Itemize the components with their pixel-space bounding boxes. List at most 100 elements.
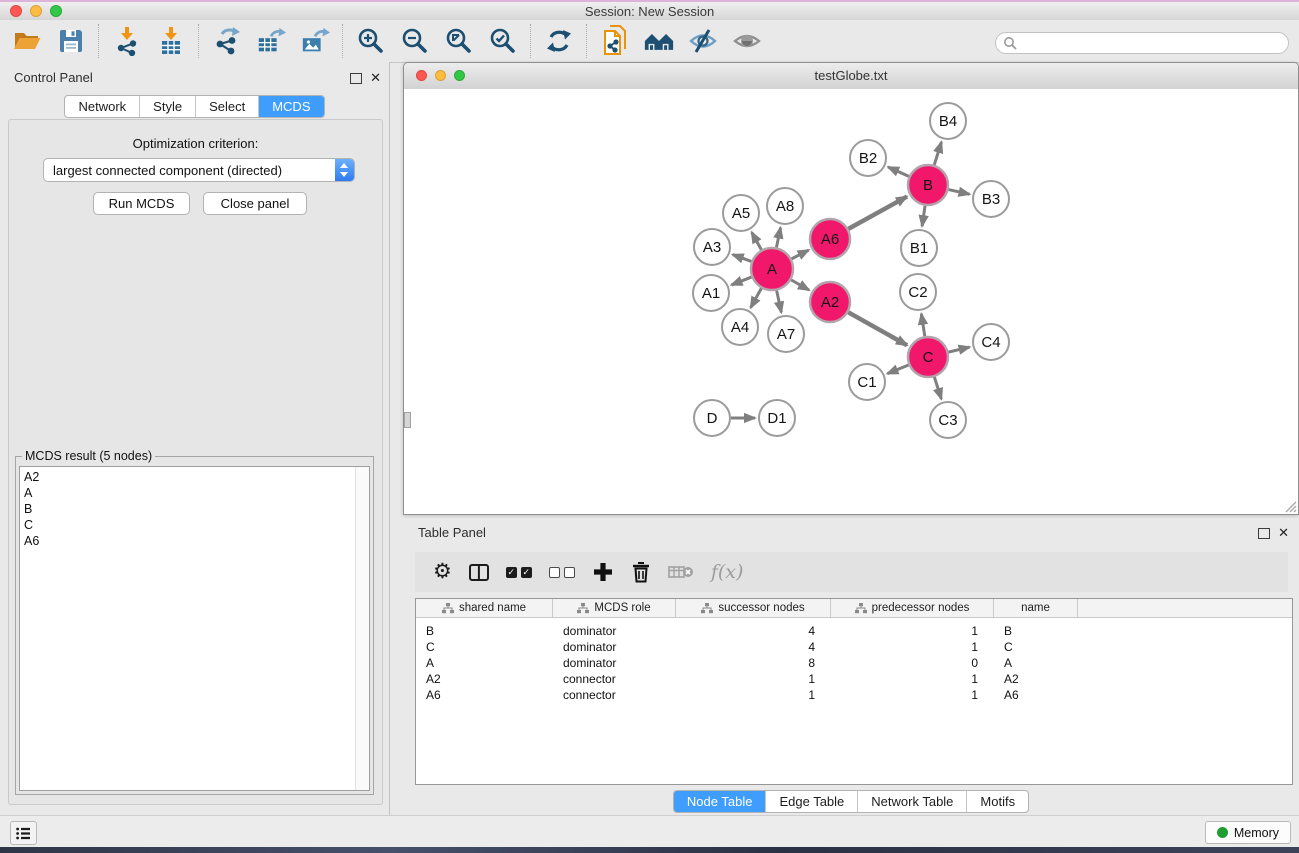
table-cell[interactable]: B <box>416 624 553 638</box>
new-network-from-selection-icon[interactable] <box>600 26 630 56</box>
graph-edge-A-A3[interactable] <box>733 255 752 262</box>
table-cell[interactable]: A <box>416 656 553 670</box>
table-cell[interactable]: 4 <box>676 640 831 654</box>
tab-network[interactable]: Network <box>65 96 139 117</box>
close-panel-icon[interactable]: ✕ <box>370 71 381 84</box>
graph-node-C4[interactable]: C4 <box>973 324 1009 360</box>
graph-node-A6[interactable]: A6 <box>810 219 850 259</box>
table-cell[interactable]: 1 <box>831 640 994 654</box>
table-cell[interactable]: 1 <box>676 672 831 686</box>
table-cell[interactable]: 1 <box>676 688 831 702</box>
first-neighbors-icon[interactable] <box>644 26 674 56</box>
table-row[interactable]: A2connector11A2 <box>416 671 1292 687</box>
table-row[interactable]: Bdominator41B <box>416 623 1292 639</box>
show-columns-icon[interactable] <box>469 559 489 585</box>
graph-node-B[interactable]: B <box>908 165 948 205</box>
graph-edge-A6-B[interactable] <box>848 197 907 229</box>
column-header-predecessor-nodes[interactable]: predecessor nodes <box>831 599 994 617</box>
open-folder-icon[interactable] <box>12 26 42 56</box>
table-cell[interactable]: 0 <box>831 656 994 670</box>
settings-gear-icon[interactable]: ⚙ <box>433 559 452 585</box>
table-cell[interactable]: dominator <box>553 640 676 654</box>
table-cell[interactable]: A2 <box>416 672 553 686</box>
tab-network-table[interactable]: Network Table <box>857 791 966 812</box>
graph-edge-C-C2[interactable] <box>921 314 924 337</box>
export-table-icon[interactable] <box>256 26 286 56</box>
mcds-result-list[interactable]: A2ABCA6 <box>19 466 370 791</box>
delete-icon[interactable] <box>631 559 651 585</box>
window-resize-grip[interactable] <box>1283 499 1297 513</box>
table-cell[interactable]: C <box>994 640 1078 654</box>
mcds-result-item[interactable]: A2 <box>24 469 351 485</box>
zoom-in-icon[interactable] <box>356 26 386 56</box>
tab-select[interactable]: Select <box>195 96 258 117</box>
graph-node-B1[interactable]: B1 <box>901 230 937 266</box>
graph-node-B3[interactable]: B3 <box>973 181 1009 217</box>
function-builder-icon[interactable]: f(x) <box>711 559 744 585</box>
graph-edge-A-A7[interactable] <box>777 291 782 313</box>
search-input[interactable] <box>995 32 1289 54</box>
graph-node-A2[interactable]: A2 <box>810 282 850 322</box>
graph-node-A5[interactable]: A5 <box>723 195 759 231</box>
scrollbar[interactable] <box>355 467 369 790</box>
graph-edge-B-B1[interactable] <box>922 206 925 226</box>
graph-node-A1[interactable]: A1 <box>693 275 729 311</box>
table-cell[interactable]: A6 <box>994 688 1078 702</box>
table-cell[interactable]: A6 <box>416 688 553 702</box>
run-mcds-button[interactable]: Run MCDS <box>93 192 190 215</box>
table-cell[interactable]: C <box>416 640 553 654</box>
eye-icon[interactable] <box>732 26 762 56</box>
table-cell[interactable]: B <box>994 624 1078 638</box>
column-header-mcds-role[interactable]: MCDS role <box>553 599 676 617</box>
memory-button[interactable]: Memory <box>1205 821 1291 844</box>
table-cell[interactable]: dominator <box>553 624 676 638</box>
graph-edge-C-C4[interactable] <box>948 347 969 352</box>
graph-edge-B-B2[interactable] <box>888 167 909 176</box>
graph-edge-A-A4[interactable] <box>751 288 762 307</box>
graph-node-A7[interactable]: A7 <box>768 316 804 352</box>
graph-edge-A-A5[interactable] <box>752 232 762 250</box>
graph-node-B4[interactable]: B4 <box>930 103 966 139</box>
close-panel-icon[interactable]: ✕ <box>1278 526 1289 539</box>
tab-mcds[interactable]: MCDS <box>258 96 323 117</box>
select-all-icon[interactable]: ✓✓ <box>506 559 532 585</box>
graph-node-D1[interactable]: D1 <box>759 400 795 436</box>
mcds-result-item[interactable]: A6 <box>24 533 351 549</box>
panel-resize-grip[interactable] <box>404 412 411 428</box>
graph-node-C[interactable]: C <box>908 337 948 377</box>
table-cell[interactable]: 1 <box>831 624 994 638</box>
import-network-icon[interactable] <box>112 26 142 56</box>
graph-node-A[interactable]: A <box>751 248 793 290</box>
float-panel-icon[interactable] <box>350 73 362 84</box>
column-header-successor-nodes[interactable]: successor nodes <box>676 599 831 617</box>
graph-edge-A-A1[interactable] <box>731 277 751 285</box>
graph-edge-A-A6[interactable] <box>792 250 809 259</box>
graph-node-A8[interactable]: A8 <box>767 188 803 224</box>
close-panel-button[interactable]: Close panel <box>203 192 307 215</box>
tab-edge-table[interactable]: Edge Table <box>765 791 857 812</box>
node-table[interactable]: shared nameMCDS rolesuccessor nodesprede… <box>415 598 1293 785</box>
table-cell[interactable]: A2 <box>994 672 1078 686</box>
graph-node-A4[interactable]: A4 <box>722 309 758 345</box>
mcds-result-item[interactable]: C <box>24 517 351 533</box>
graph-edge-C-C3[interactable] <box>934 377 941 399</box>
table-cell[interactable]: 1 <box>831 672 994 686</box>
graph-edge-B-B3[interactable] <box>948 190 969 195</box>
table-row[interactable]: A6connector11A6 <box>416 687 1292 703</box>
graph-edge-B-B4[interactable] <box>934 142 941 165</box>
eye-slash-icon[interactable] <box>688 26 718 56</box>
float-panel-icon[interactable] <box>1258 528 1270 539</box>
table-cell[interactable]: connector <box>553 672 676 686</box>
graph-edge-A2-C[interactable] <box>848 312 907 345</box>
table-cell[interactable]: 1 <box>831 688 994 702</box>
graph-node-B2[interactable]: B2 <box>850 140 886 176</box>
table-cell[interactable]: A <box>994 656 1078 670</box>
graph-edge-A-A8[interactable] <box>776 228 780 248</box>
graph-node-D[interactable]: D <box>694 400 730 436</box>
zoom-fit-icon[interactable] <box>444 26 474 56</box>
table-cell[interactable]: connector <box>553 688 676 702</box>
network-canvas[interactable]: B4B2BB3B1A5A8A6A3AA1C2A2A4A7C4CC1C3DD1 <box>404 89 1298 514</box>
table-cell[interactable]: 8 <box>676 656 831 670</box>
tab-node-table[interactable]: Node Table <box>674 791 766 812</box>
column-header-shared-name[interactable]: shared name <box>416 599 553 617</box>
